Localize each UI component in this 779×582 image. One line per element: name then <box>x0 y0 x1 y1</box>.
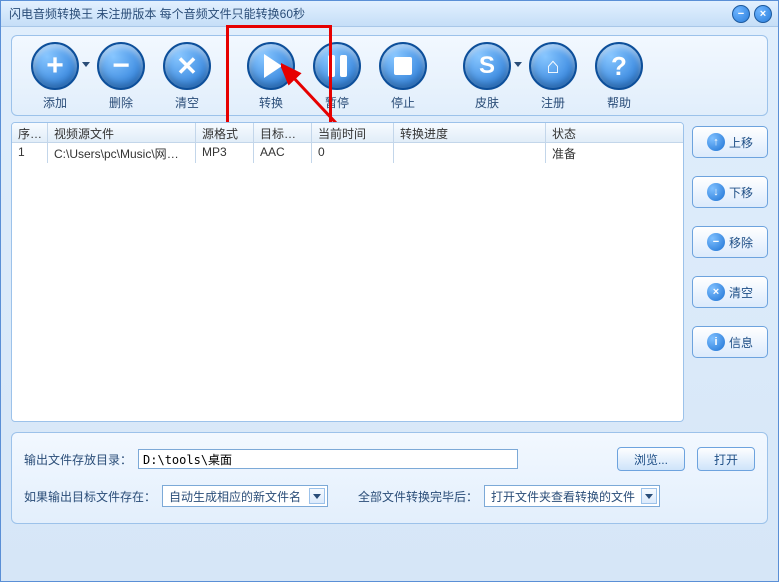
col-time[interactable]: 当前时间 <box>312 123 394 142</box>
minus-icon: − <box>707 233 725 251</box>
outdir-label: 输出文件存放目录： <box>24 451 132 468</box>
col-source[interactable]: 视频源文件 <box>48 123 196 142</box>
close-button[interactable]: × <box>754 5 772 23</box>
arrow-up-icon: ↑ <box>707 133 725 151</box>
col-index[interactable]: 序号 <box>12 123 48 142</box>
home-icon: ⌂ <box>546 53 559 79</box>
exist-value: 自动生成相应的新文件名 <box>169 488 301 505</box>
skin-icon: S <box>479 52 495 80</box>
toolbar: + 添加 − 删除 ✕ 清空 转换 暂停 <box>11 35 768 116</box>
table-header: 序号 视频源文件 源格式 目标格式 当前时间 转换进度 状态 <box>12 123 683 143</box>
minimize-button[interactable]: − <box>732 5 750 23</box>
pause-icon <box>328 55 347 77</box>
move-down-button[interactable]: ↓ 下移 <box>692 176 768 208</box>
convert-button[interactable]: 转换 <box>238 42 304 111</box>
move-up-button[interactable]: ↑ 上移 <box>692 126 768 158</box>
stop-button[interactable]: 停止 <box>370 42 436 111</box>
browse-button[interactable]: 浏览... <box>617 447 685 471</box>
cell-source: C:\Users\pc\Music\网络安.. <box>48 143 196 163</box>
x-icon: ✕ <box>176 51 198 82</box>
after-value: 打开文件夹查看转换的文件 <box>491 488 635 505</box>
plus-icon: + <box>46 49 64 83</box>
side-remove-button[interactable]: − 移除 <box>692 226 768 258</box>
after-label: 全部文件转换完毕后： <box>358 488 478 505</box>
help-button[interactable]: ? 帮助 <box>586 42 652 111</box>
col-dstfmt[interactable]: 目标格式 <box>254 123 312 142</box>
cell-progress <box>394 143 546 163</box>
col-srcfmt[interactable]: 源格式 <box>196 123 254 142</box>
register-button[interactable]: ⌂ 注册 <box>520 42 586 111</box>
info-icon: i <box>707 333 725 351</box>
cell-dstfmt: AAC <box>254 143 312 163</box>
output-settings-panel: 输出文件存放目录： 浏览... 打开 如果输出目标文件存在： 自动生成相应的新文… <box>11 432 768 524</box>
outdir-input[interactable] <box>138 449 518 469</box>
x-icon: × <box>707 283 725 301</box>
stop-icon <box>394 57 412 75</box>
play-icon <box>264 54 282 78</box>
chevron-down-icon <box>641 488 657 504</box>
exist-label: 如果输出目标文件存在： <box>24 488 156 505</box>
info-button[interactable]: i 信息 <box>692 326 768 358</box>
cell-status: 准备 <box>546 143 683 163</box>
cell-time: 0 <box>312 143 394 163</box>
window-title: 闪电音频转换王 未注册版本 每个音频文件只能转换60秒 <box>9 5 305 22</box>
arrow-down-icon: ↓ <box>707 183 725 201</box>
table-row[interactable]: 1 C:\Users\pc\Music\网络安.. MP3 AAC 0 准备 <box>12 143 683 163</box>
skin-button[interactable]: S 皮肤 <box>454 42 520 111</box>
open-button[interactable]: 打开 <box>697 447 755 471</box>
side-clear-button[interactable]: × 清空 <box>692 276 768 308</box>
add-button[interactable]: + 添加 <box>22 42 88 111</box>
after-combo[interactable]: 打开文件夹查看转换的文件 <box>484 485 660 507</box>
minus-icon: − <box>112 49 130 83</box>
titlebar: 闪电音频转换王 未注册版本 每个音频文件只能转换60秒 − × <box>1 1 778 27</box>
cell-srcfmt: MP3 <box>196 143 254 163</box>
question-icon: ? <box>611 51 627 82</box>
pause-button[interactable]: 暂停 <box>304 42 370 111</box>
remove-button[interactable]: − 删除 <box>88 42 154 111</box>
chevron-down-icon <box>309 488 325 504</box>
col-progress[interactable]: 转换进度 <box>394 123 546 142</box>
clear-button[interactable]: ✕ 清空 <box>154 42 220 111</box>
exist-combo[interactable]: 自动生成相应的新文件名 <box>162 485 328 507</box>
col-status[interactable]: 状态 <box>546 123 683 142</box>
cell-index: 1 <box>12 143 48 163</box>
file-table[interactable]: 序号 视频源文件 源格式 目标格式 当前时间 转换进度 状态 1 C:\User… <box>11 122 684 422</box>
